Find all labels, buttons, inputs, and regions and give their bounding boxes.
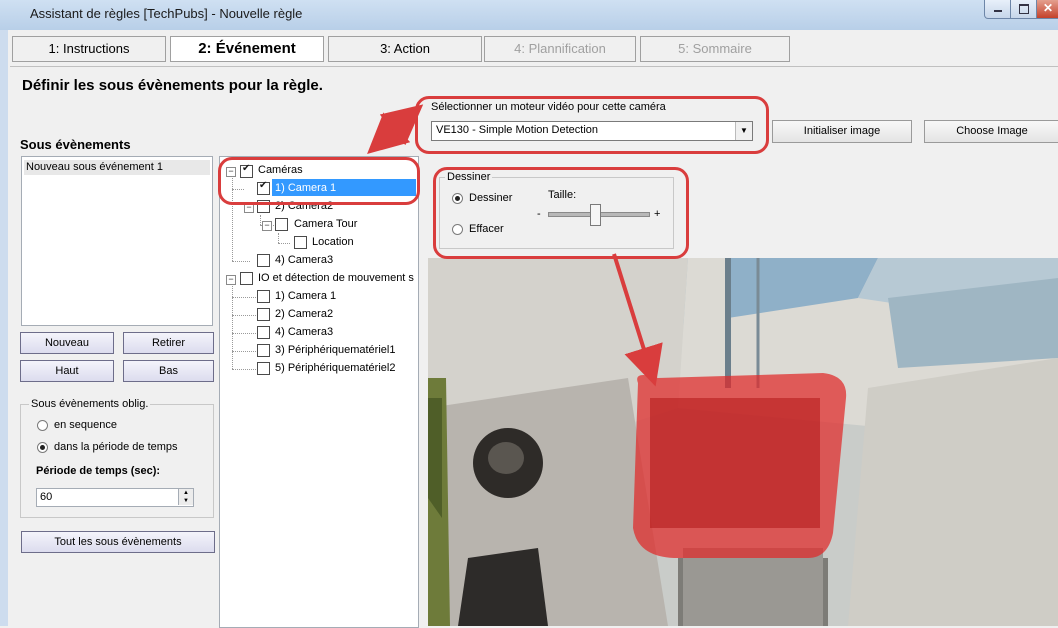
annotation-arrows: [367, 104, 663, 387]
